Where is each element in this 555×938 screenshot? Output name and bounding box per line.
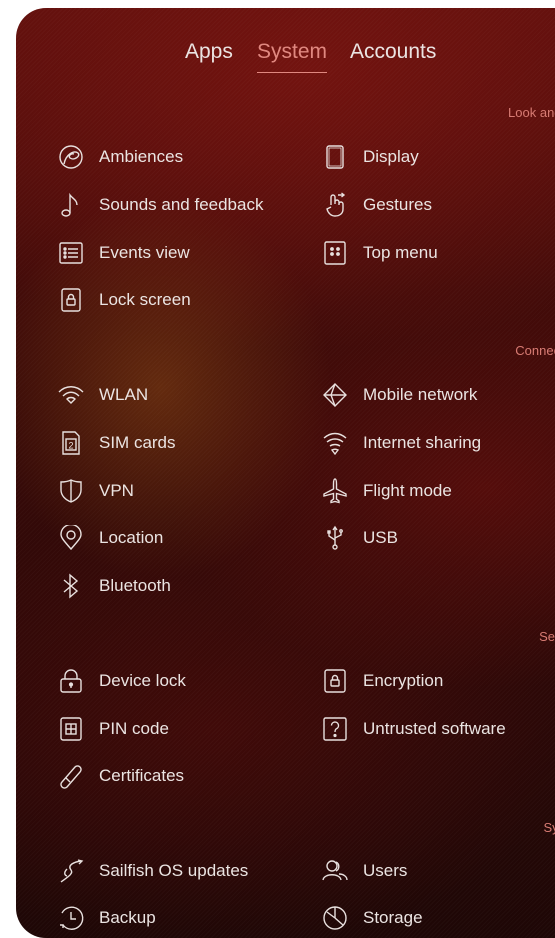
- item-ambiences[interactable]: Ambiences: [58, 140, 183, 174]
- tab-bar: Apps System Accounts: [16, 38, 555, 78]
- music-note-icon: [58, 192, 84, 218]
- item-location[interactable]: Location: [58, 521, 163, 555]
- gestures-label: Gestures: [363, 195, 432, 214]
- item-backup[interactable]: Backup: [58, 901, 156, 935]
- encryption-label: Encryption: [363, 671, 444, 690]
- certificates-label: Certificates: [99, 766, 185, 785]
- sailfish-updates-label: Sailfish OS updates: [99, 861, 249, 880]
- internet-sharing-label: Internet sharing: [363, 433, 482, 452]
- item-bluetooth[interactable]: Bluetooth: [58, 569, 171, 603]
- top-menu-icon: [322, 240, 348, 266]
- display-label: Display: [363, 147, 419, 166]
- mobile-network-label: Mobile network: [363, 385, 478, 404]
- bluetooth-icon: [58, 573, 84, 599]
- location-pin-icon: [58, 525, 84, 551]
- encryption-icon: [322, 668, 348, 694]
- usb-label: USB: [363, 528, 398, 547]
- events-list-icon: [58, 240, 84, 266]
- item-sounds-and-feedback[interactable]: Sounds and feedback: [58, 188, 263, 222]
- internet-sharing-icon: [322, 430, 348, 456]
- item-untrusted-software[interactable]: Untrusted software: [322, 712, 506, 746]
- storage-pie-icon: [322, 905, 348, 931]
- location-label: Location: [99, 528, 164, 547]
- tab-accounts[interactable]: Accounts: [350, 38, 436, 66]
- item-users[interactable]: Users: [322, 854, 407, 888]
- section-header-connectivity: Connectivi: [515, 343, 555, 358]
- tab-system[interactable]: System: [257, 38, 328, 73]
- item-gestures[interactable]: Gestures: [322, 188, 432, 222]
- display-icon: [322, 144, 348, 170]
- storage-label: Storage: [363, 908, 423, 927]
- section-header-system: Syste: [543, 820, 555, 835]
- item-device-lock[interactable]: Device lock: [58, 664, 186, 698]
- sim-icon-digit: 2: [68, 441, 73, 451]
- lock-screen-icon: [58, 287, 84, 313]
- item-events-view[interactable]: Events view: [58, 236, 190, 270]
- ambiences-icon: [58, 144, 84, 170]
- pin-code-label: PIN code: [99, 719, 169, 738]
- top-menu-label: Top menu: [363, 243, 438, 262]
- padlock-icon: [58, 668, 84, 694]
- question-mark-icon: [322, 716, 348, 742]
- gesture-hand-icon: [322, 192, 348, 218]
- item-top-menu[interactable]: Top menu: [322, 236, 438, 270]
- wifi-icon: [58, 382, 84, 408]
- certificate-icon: [58, 763, 84, 789]
- item-encryption[interactable]: Encryption: [322, 664, 443, 698]
- pin-grid-icon: [58, 716, 84, 742]
- item-storage[interactable]: Storage: [322, 901, 423, 935]
- sounds-label: Sounds and feedback: [99, 195, 264, 214]
- backup-label: Backup: [99, 908, 156, 927]
- item-sim-cards[interactable]: 2 SIM cards: [58, 426, 176, 460]
- device-lock-label: Device lock: [99, 671, 186, 690]
- untrusted-software-label: Untrusted software: [363, 719, 506, 738]
- flight-mode-label: Flight mode: [363, 481, 452, 500]
- sailfish-logo-icon: [58, 858, 84, 884]
- settings-screen: Apps System Accounts Look and fe Ambienc…: [16, 8, 555, 938]
- item-internet-sharing[interactable]: Internet sharing: [322, 426, 481, 460]
- events-label: Events view: [99, 243, 190, 262]
- item-usb[interactable]: USB: [322, 521, 398, 555]
- mobile-network-icon: [322, 382, 348, 408]
- bluetooth-label: Bluetooth: [99, 576, 171, 595]
- section-header-security: Securi: [539, 629, 555, 644]
- lock-screen-label: Lock screen: [99, 290, 191, 309]
- item-flight-mode[interactable]: Flight mode: [322, 474, 452, 508]
- section-header-look-and-feel: Look and fe: [508, 105, 555, 120]
- item-certificates[interactable]: Certificates: [58, 759, 184, 793]
- ambiences-label: Ambiences: [99, 147, 184, 166]
- item-lock-screen[interactable]: Lock screen: [58, 283, 191, 317]
- item-wlan[interactable]: WLAN: [58, 378, 148, 412]
- item-mobile-network[interactable]: Mobile network: [322, 378, 477, 412]
- airplane-icon: [322, 478, 348, 504]
- users-icon: [322, 858, 348, 884]
- item-display[interactable]: Display: [322, 140, 419, 174]
- usb-icon: [322, 525, 348, 551]
- wlan-label: WLAN: [99, 385, 149, 404]
- item-sailfish-os-updates[interactable]: Sailfish OS updates: [58, 854, 248, 888]
- shield-icon: [58, 478, 84, 504]
- item-pin-code[interactable]: PIN code: [58, 712, 169, 746]
- sim-card-icon: 2: [58, 430, 84, 456]
- vpn-label: VPN: [99, 481, 134, 500]
- users-label: Users: [363, 861, 408, 880]
- tab-apps[interactable]: Apps: [185, 38, 233, 66]
- backup-clock-icon: [58, 905, 84, 931]
- item-vpn[interactable]: VPN: [58, 474, 134, 508]
- sim-cards-label: SIM cards: [99, 433, 176, 452]
